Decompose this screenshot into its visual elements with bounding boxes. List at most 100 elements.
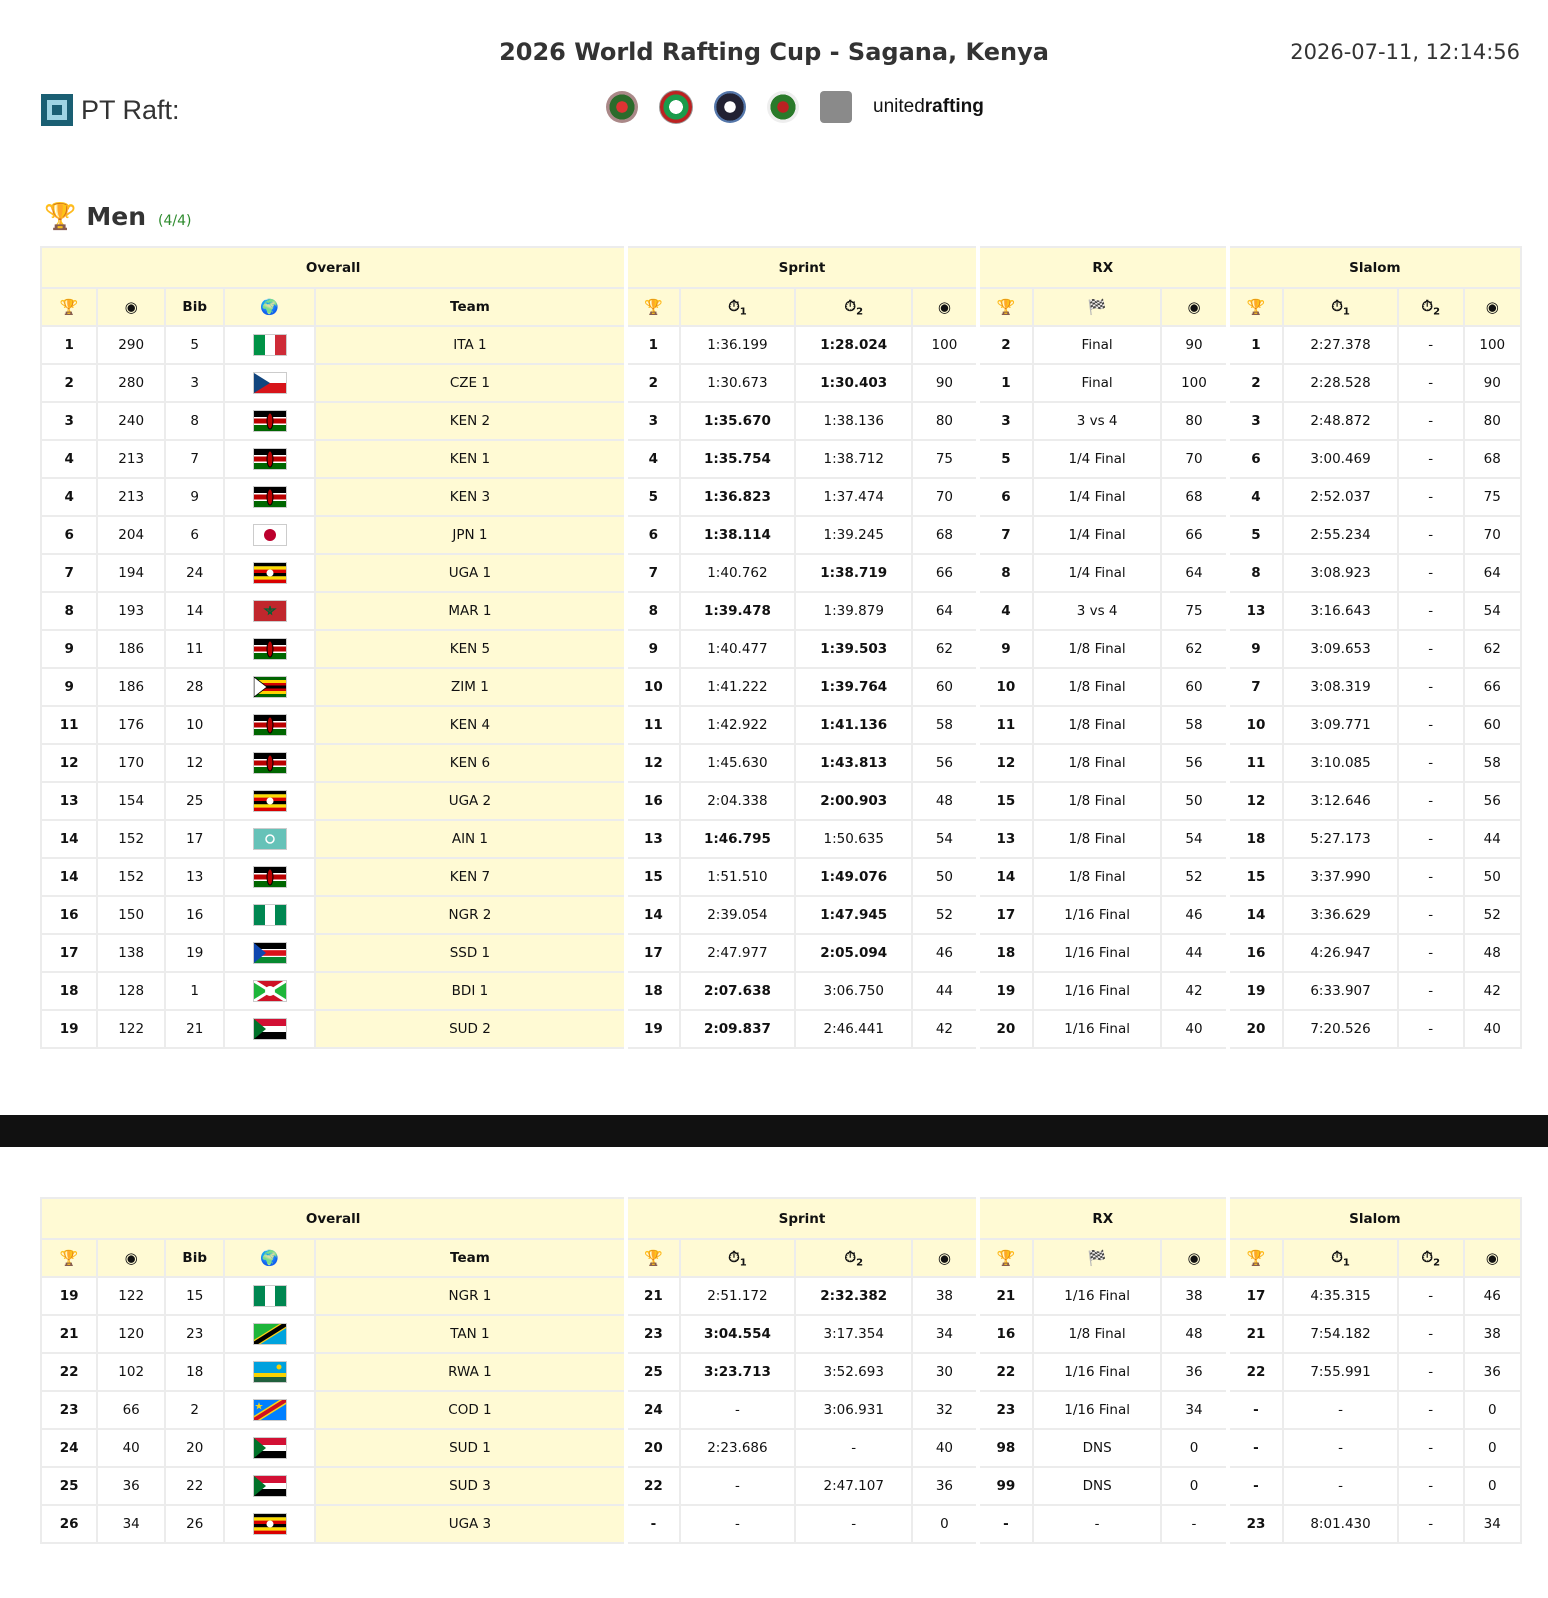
brand[interactable]: PT Raft: (41, 94, 180, 126)
development-fund-logo-icon (767, 91, 799, 123)
table-row[interactable]: 4 213 9 KEN 3 5 1:36.823 1:37.474 70 6 1/4 Final 6… (39, 477, 1522, 517)
flag-ken-icon (252, 638, 287, 660)
slalom-time-1: 2:55.234 (1282, 515, 1399, 555)
overall-rank: 23 (39, 1390, 99, 1430)
table-row[interactable]: 24 40 20 SUD 1 20 2:23.686-40 98 DNS 0- - -0 (39, 1428, 1522, 1468)
overall-rank: 17 (39, 933, 99, 973)
sprint-time-2: 1:38.712 (794, 439, 914, 479)
table-row[interactable]: 12 170 12 KEN 6 12 1:45.630 1:43.813 56 12 1/8 Fi… (39, 743, 1522, 783)
rx-stage: Final (1032, 325, 1163, 365)
section-count: (4/4) (158, 213, 192, 229)
flag-jpn-icon (252, 524, 287, 546)
sprint-time-2: 3:17.354 (794, 1314, 914, 1354)
table-row[interactable]: 14 152 17 AIN 1 13 1:46.795 1:50.635 54 13 1/8 Fi… (39, 819, 1522, 859)
team-name: ZIM 1 (313, 667, 628, 707)
slalom-rank: 19 (1225, 971, 1285, 1011)
table-row[interactable]: 16 150 16 NGR 2 14 2:39.054 1:47.945 52 17 1/16 F… (39, 895, 1522, 935)
bib-number: 1 (163, 971, 226, 1011)
table-row[interactable]: 3 240 8 KEN 2 3 1:35.670 1:38.136 80 3 3 vs 4 80 3 2… (39, 401, 1522, 441)
rx-rank: 20 (975, 1009, 1035, 1049)
rx-points: 60 (1160, 667, 1229, 707)
table-row[interactable]: 22 102 18 RWA 1 25 3:23.713 3:52.693 30 22 1/16 F… (39, 1352, 1522, 1392)
table-row[interactable]: 4 213 7 KEN 1 4 1:35.754 1:38.712 75 5 1/4 Final 7… (39, 439, 1522, 479)
nation-flag (223, 1390, 316, 1430)
rx-rank: 19 (975, 971, 1035, 1011)
unitedrafting-bold: rafting (924, 96, 984, 117)
table-row[interactable]: 13 154 25 UGA 2 16 2:04.338 2:00.903 48 15 1/8 Fi… (39, 781, 1522, 821)
col-team: Team (313, 1238, 628, 1278)
col-team: Team (313, 287, 628, 327)
overall-points: 280 (96, 363, 166, 403)
table-row[interactable]: 14 152 13 KEN 7 15 1:51.510 1:49.076 50 14 1/8 Fi… (39, 857, 1522, 897)
flag-ken-icon (252, 866, 287, 888)
sprint-time-2: 1:38.136 (794, 401, 914, 441)
sprint-points: 66 (911, 553, 979, 593)
overall-points: 170 (96, 743, 166, 783)
table-row[interactable]: 9 186 11 KEN 5 9 1:40.477 1:39.503 62 9 1/8 Final… (39, 629, 1522, 669)
table-row[interactable]: 17 138 19 SSD 1 17 2:47.977 2:05.094 46 18 1/16 F… (39, 933, 1522, 973)
slalom-points: 36 (1462, 1352, 1522, 1392)
table-row[interactable]: 9 186 28 ZIM 1 10 1:41.222 1:39.764 60 10 1/8 Fin… (39, 667, 1522, 707)
table-row[interactable]: 1 290 5 ITA 1 1 1:36.199 1:28.024 100 2 Final 90 1 2… (39, 325, 1522, 365)
sprint-time-2: 1:38.719 (794, 553, 914, 593)
sprint-time-2: 2:05.094 (794, 933, 914, 973)
col-slalom-points: ◉ (1462, 287, 1522, 327)
bib-number: 13 (163, 857, 226, 897)
nation-flag (223, 477, 316, 517)
sprint-points: 54 (911, 819, 979, 859)
sprint-rank: 19 (624, 1009, 681, 1049)
bib-number: 28 (163, 667, 226, 707)
slalom-points: 54 (1462, 591, 1522, 631)
overall-points: 150 (96, 895, 166, 935)
table-row[interactable]: 21 120 23 TAN 1 23 3:04.554 3:17.354 34 16 1/8 Fi… (39, 1314, 1522, 1354)
slalom-points: 62 (1462, 629, 1522, 669)
sprint-time-2: 2:47.107 (794, 1466, 914, 1506)
sprint-points: 40 (911, 1428, 979, 1468)
sprint-rank: 20 (624, 1428, 681, 1468)
slalom-time-2: - (1396, 1428, 1465, 1468)
section-heading: 🏆 Men (4/4) (44, 202, 191, 232)
team-name: UGA 2 (313, 781, 628, 821)
trophy-icon: 🏆 (44, 202, 77, 232)
rx-stage: DNS (1032, 1466, 1163, 1506)
sprint-time-1: 2:07.638 (678, 971, 797, 1011)
col-overall-points: ◉ (96, 1238, 166, 1278)
results-table-2: Overall Sprint RX Slalom 🏆 ◉ Bib 🌍 Team 🏆 ⏱1 ⏱2 ◉ 🏆 🏁 ◉… (39, 1197, 1523, 1544)
rx-rank: 23 (975, 1390, 1035, 1430)
slalom-time-1: 3:12.646 (1282, 781, 1399, 821)
target-icon: ◉ (937, 298, 951, 316)
table-row[interactable]: 2 280 3 CZE 1 2 1:30.673 1:30.403 90 1 Final 100 2 2… (39, 363, 1522, 403)
flag-ain-icon (252, 828, 287, 850)
table-row[interactable]: 8 193 14 MAR 1 8 1:39.478 1:39.879 64 4 3 vs 4 75 1… (39, 591, 1522, 631)
sprint-points: 80 (911, 401, 979, 441)
slalom-points: 90 (1462, 363, 1522, 403)
sprint-rank: 1 (624, 325, 681, 365)
slalom-time-2: - (1396, 781, 1465, 821)
sprint-points: 64 (911, 591, 979, 631)
col-sprint-rank: 🏆 (624, 1238, 681, 1278)
slalom-time-2: - (1396, 819, 1465, 859)
target-icon: ◉ (1485, 298, 1499, 316)
table-row[interactable]: 18 128 1 BDI 1 18 2:07.638 3:06.750 44 19 1/16 Fi… (39, 971, 1522, 1011)
bib-number: 26 (163, 1504, 226, 1544)
table-row[interactable]: 19 122 15 NGR 1 21 2:51.172 2:32.382 38 21 1/16 F… (39, 1276, 1522, 1316)
group-slalom: Slalom (1225, 1197, 1523, 1240)
table-row[interactable]: 26 34 26 UGA 3- - -0- - -23 8:01.430-34 (39, 1504, 1522, 1544)
table-row[interactable]: 23 66 2 COD 1 24-3:06.931 32 23 1/16 Final 34- - -… (39, 1390, 1522, 1430)
table-row[interactable]: 11 176 10 KEN 4 11 1:42.922 1:41.136 58 11 1/8 Fi… (39, 705, 1522, 745)
rx-points: 64 (1160, 553, 1229, 593)
sprint-points: 34 (911, 1314, 979, 1354)
rx-rank: 4 (975, 591, 1035, 631)
sprint-rank: 21 (624, 1276, 681, 1316)
sprint-time-1: - (678, 1390, 797, 1430)
table-row[interactable]: 7 194 24 UGA 1 7 1:40.762 1:38.719 66 8 1/4 Final… (39, 553, 1522, 593)
table-row[interactable]: 25 36 22 SUD 3 22-2:47.107 36 99 DNS 0- - -0 (39, 1466, 1522, 1506)
table-row[interactable]: 19 122 21 SUD 2 19 2:09.837 2:46.441 42 20 1/16 F… (39, 1009, 1522, 1049)
sprint-time-2: 1:47.945 (794, 895, 914, 935)
slalom-time-1: 7:55.991 (1282, 1352, 1399, 1392)
table-row[interactable]: 6 204 6 JPN 1 6 1:38.114 1:39.245 68 7 1/4 Final 6… (39, 515, 1522, 555)
overall-rank: 24 (39, 1428, 99, 1468)
rx-stage: 1/16 Final (1032, 1009, 1163, 1049)
overall-rank: 7 (39, 553, 99, 593)
rx-stage: 1/16 Final (1032, 933, 1163, 973)
